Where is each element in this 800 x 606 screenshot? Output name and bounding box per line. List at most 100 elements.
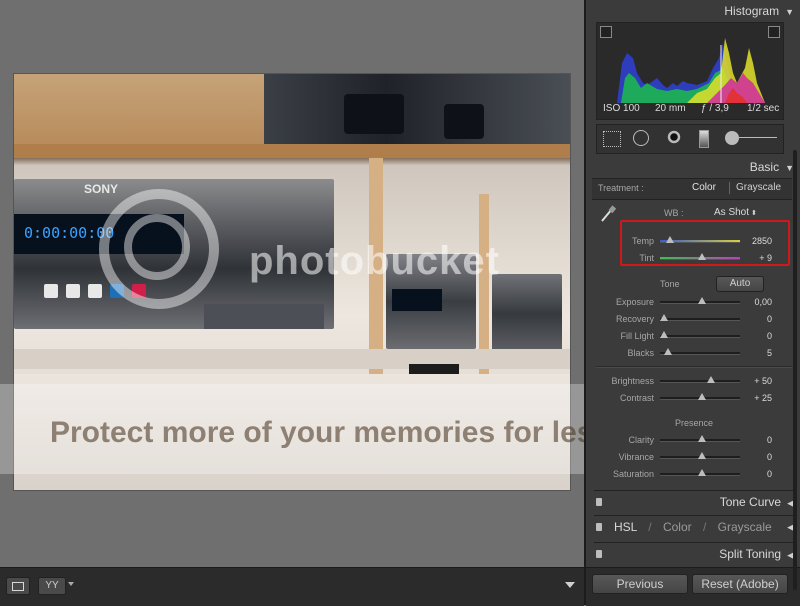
hsl-header[interactable]: HSL / Color / Grayscale ◀ — [594, 515, 794, 538]
slider-label: Fill Light — [620, 331, 654, 341]
tone-curve-header[interactable]: Tone Curve ◀ — [594, 490, 794, 513]
temp-value[interactable]: 2850 — [732, 236, 772, 246]
spot-removal-icon[interactable] — [633, 130, 649, 146]
histogram-title: Histogram — [724, 4, 780, 18]
split-toning-header[interactable]: Split Toning ◀ — [594, 542, 794, 565]
slash-separator: / — [702, 520, 707, 534]
brush-handle — [739, 137, 777, 138]
graduated-filter-icon[interactable] — [699, 130, 709, 148]
compare-icon: YY — [45, 580, 59, 591]
monitors-row — [264, 74, 570, 144]
tint-value[interactable]: + 9 — [732, 253, 772, 263]
slider-thumb[interactable] — [707, 376, 716, 383]
slider-value[interactable]: 0 — [732, 314, 772, 324]
slider-value[interactable]: 0 — [732, 331, 772, 341]
crop-tool-icon[interactable] — [603, 131, 621, 147]
tone-label: Tone — [660, 279, 680, 289]
slider-label: Recovery — [615, 314, 654, 324]
collapse-arrow-icon[interactable]: ▼ — [785, 1, 794, 23]
watermark-logo-inner — [124, 214, 190, 280]
iso-value: ISO 100 — [603, 103, 640, 114]
slider-track[interactable] — [660, 335, 740, 338]
slider-value[interactable]: 5 — [732, 348, 772, 358]
slider-value[interactable]: + 50 — [732, 376, 772, 386]
image-canvas: SONY 0:00:00:00 photobucket Protect more… — [0, 0, 800, 567]
compare-view-button[interactable]: YY — [38, 577, 66, 595]
chevron-down-icon[interactable] — [68, 582, 74, 586]
slider-label: Contrast — [619, 393, 654, 403]
slider-label: Saturation — [612, 469, 654, 479]
slider-thumb[interactable] — [698, 297, 706, 304]
lower-shelf — [14, 349, 570, 369]
reset-button[interactable]: Reset (Adobe) — [692, 574, 788, 594]
slash-separator: / — [648, 520, 652, 534]
basic-header[interactable]: Basic ▼ — [594, 156, 794, 178]
slider-value[interactable]: 0 — [732, 469, 772, 479]
hsl-tab[interactable]: HSL — [614, 520, 637, 534]
slider-value[interactable]: 0,00 — [732, 297, 772, 307]
eyedropper-icon[interactable] — [600, 205, 617, 223]
toolbar-menu-icon[interactable] — [565, 582, 575, 588]
divider — [729, 182, 730, 194]
slider-thumb[interactable] — [698, 452, 706, 459]
slider-label: Clarity — [628, 435, 654, 445]
shelf-bracket — [409, 364, 459, 374]
wb-dropdown[interactable]: As Shot ⬍ — [714, 207, 757, 218]
auto-tone-button[interactable]: Auto — [716, 276, 764, 292]
split-toning-title: Split Toning — [719, 547, 782, 561]
panel-toggle-icon[interactable] — [596, 550, 602, 558]
presence-label: Presence — [674, 418, 714, 428]
histogram-box: ISO 100 20 mm ƒ / 3,9 1/2 sec — [596, 22, 784, 120]
deck-button — [44, 284, 58, 298]
slider-value[interactable]: 0 — [732, 452, 772, 462]
red-eye-icon[interactable] — [667, 130, 681, 144]
grayscale-tab[interactable]: Grayscale — [718, 520, 772, 534]
slider-value[interactable]: 0 — [732, 435, 772, 445]
watermark-banner-text: Protect more of your memories for less! — [50, 416, 621, 449]
aperture-value: ƒ / 3,9 — [701, 103, 729, 114]
highlight-clipping-toggle[interactable] — [768, 26, 780, 38]
shutter-speed: 1/2 sec — [747, 103, 780, 114]
treatment-color-option[interactable]: Color — [692, 182, 716, 193]
panel-scrollbar[interactable] — [793, 150, 797, 590]
slider-label: Vibrance — [618, 452, 654, 462]
shelf-edge — [14, 144, 570, 158]
slider-label: Blacks — [627, 348, 654, 358]
slider-track[interactable] — [660, 352, 740, 355]
tone-curve-title: Tone Curve — [719, 495, 782, 509]
slider-value[interactable]: + 25 — [732, 393, 772, 403]
loupe-icon — [12, 582, 24, 591]
wb-label: WB : — [664, 208, 684, 218]
deck-button — [66, 284, 80, 298]
slider-track[interactable] — [660, 380, 740, 383]
slider-label: Exposure — [615, 297, 654, 307]
wb-value: As Shot — [714, 207, 750, 218]
temp-slider-thumb[interactable] — [666, 236, 674, 243]
histogram-header[interactable]: Histogram ▼ — [594, 0, 794, 22]
basic-title: Basic — [749, 160, 780, 174]
loupe-view-button[interactable] — [6, 577, 30, 595]
slider-thumb[interactable] — [698, 435, 706, 442]
slider-thumb[interactable] — [698, 393, 706, 400]
develop-panel: Histogram ▼ ISO 100 20 mm ƒ / 3,9 1/2 sec… — [584, 0, 800, 606]
slider-thumb[interactable] — [660, 331, 668, 338]
dropdown-arrows-icon: ⬍ — [751, 210, 757, 217]
slider-track[interactable] — [660, 318, 740, 321]
divider — [596, 366, 792, 368]
slider-thumb[interactable] — [698, 469, 706, 476]
adjustment-brush-icon[interactable] — [725, 131, 739, 145]
panel-toggle-icon[interactable] — [596, 498, 602, 506]
slider-thumb[interactable] — [660, 314, 668, 321]
tint-slider-thumb[interactable] — [698, 253, 706, 260]
treatment-label: Treatment : — [598, 183, 644, 193]
shadow-clipping-toggle[interactable] — [600, 26, 612, 38]
color-tab[interactable]: Color — [663, 520, 692, 534]
treatment-grayscale-option[interactable]: Grayscale — [736, 182, 781, 193]
panel-toggle-icon[interactable] — [596, 523, 602, 531]
previous-button[interactable]: Previous — [592, 574, 688, 594]
temp-label: Temp — [631, 236, 654, 246]
watermark-brand: photobucket — [249, 239, 500, 283]
deck-panel — [204, 304, 324, 329]
slider-thumb[interactable] — [663, 348, 672, 355]
tint-label: Tint — [639, 253, 654, 263]
